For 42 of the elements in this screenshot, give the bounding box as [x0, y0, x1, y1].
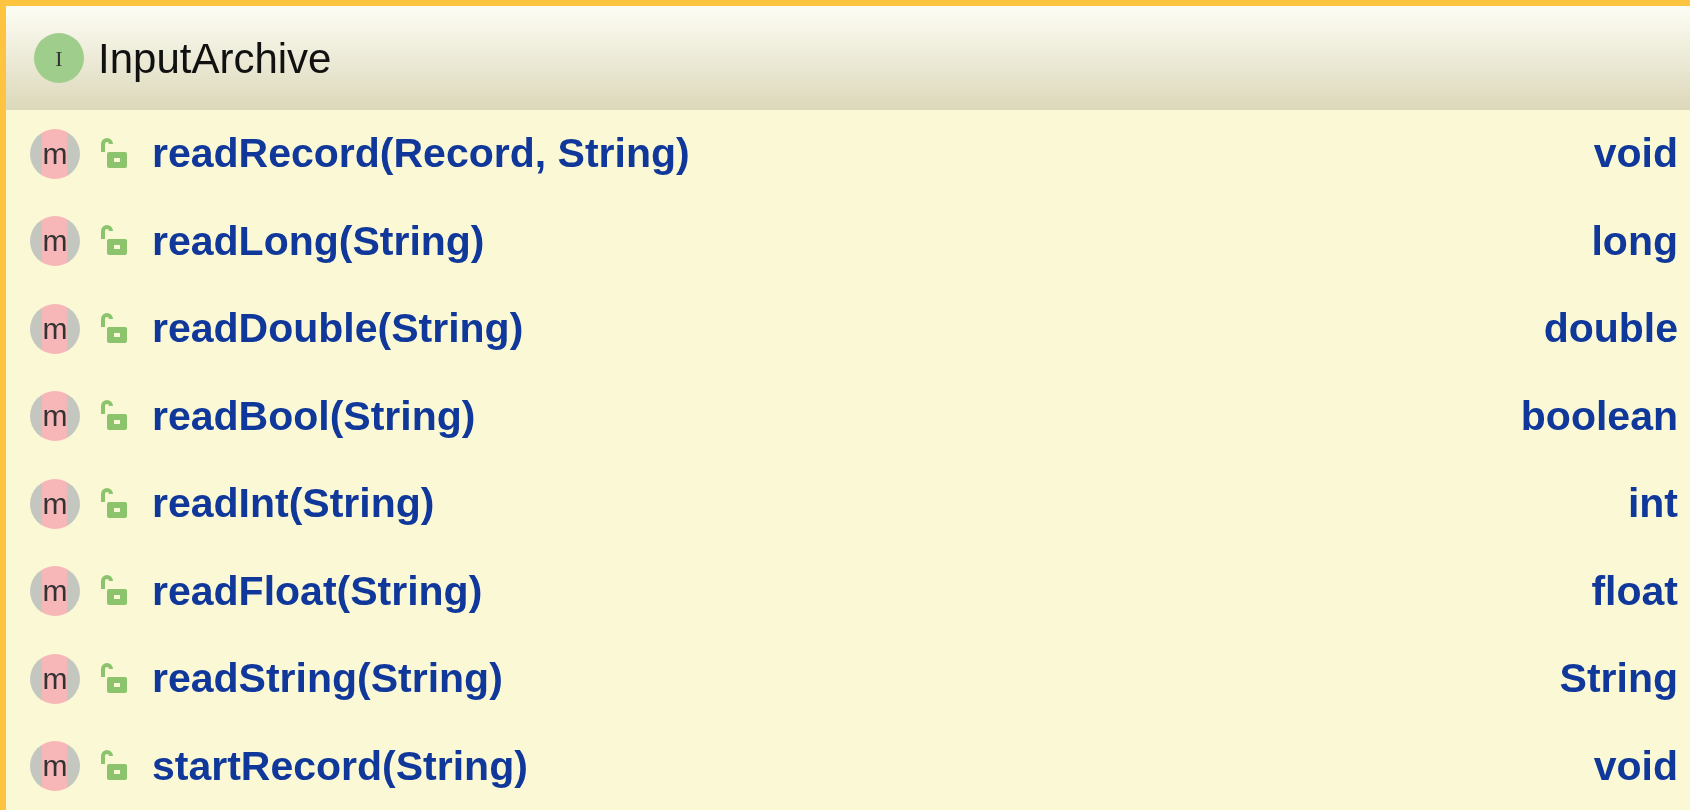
method-signature: readInt(String)	[152, 479, 435, 528]
unlocked-padlock-icon	[98, 400, 130, 433]
method-row[interactable]: m readFloat(String) float	[6, 547, 1690, 635]
return-type: boolean	[1520, 391, 1678, 441]
method-icon: m	[30, 391, 80, 442]
method-signature: readDouble(String)	[152, 304, 524, 353]
method-row[interactable]: m readRecord(Record, String) void	[6, 110, 1690, 198]
method-signature: readRecord(Record, String)	[152, 129, 690, 178]
method-signature: readBool(String)	[152, 391, 476, 441]
method-icon: m	[30, 566, 80, 617]
return-type: double	[1543, 304, 1678, 353]
interface-icon: I	[34, 33, 84, 83]
method-row[interactable]: m readInt(String) int	[6, 460, 1690, 548]
return-type: void	[1593, 129, 1678, 178]
method-row[interactable]: m readDouble(String) double	[6, 285, 1690, 373]
method-row[interactable]: m readString(String) String	[6, 635, 1690, 723]
method-row[interactable]: m readBool(String) boolean	[6, 372, 1690, 460]
method-signature: readLong(String)	[152, 216, 485, 266]
return-type: long	[1591, 216, 1678, 266]
return-type: void	[1593, 741, 1678, 791]
method-icon: m	[30, 303, 80, 354]
return-type: float	[1591, 566, 1678, 616]
class-title: InputArchive	[98, 33, 332, 84]
method-row[interactable]: m startRecord(String) void	[6, 722, 1690, 810]
method-row[interactable]: m readLong(String) long	[6, 197, 1690, 285]
unlocked-padlock-icon	[98, 662, 130, 695]
unlocked-padlock-icon	[98, 575, 130, 608]
method-icon: m	[30, 478, 80, 529]
return-type: int	[1627, 479, 1678, 528]
method-signature: readFloat(String)	[152, 566, 483, 616]
unlocked-padlock-icon	[98, 225, 130, 258]
unlocked-padlock-icon	[98, 750, 130, 783]
method-icon: m	[30, 653, 80, 704]
unlocked-padlock-icon	[98, 137, 130, 170]
method-icon: m	[30, 741, 80, 792]
method-icon: m	[30, 216, 80, 267]
unlocked-padlock-icon	[98, 312, 130, 345]
return-type: String	[1559, 654, 1678, 703]
method-signature: startRecord(String)	[152, 741, 528, 791]
method-signature: readString(String)	[152, 654, 503, 703]
unlocked-padlock-icon	[98, 487, 130, 520]
method-icon: m	[30, 128, 80, 179]
